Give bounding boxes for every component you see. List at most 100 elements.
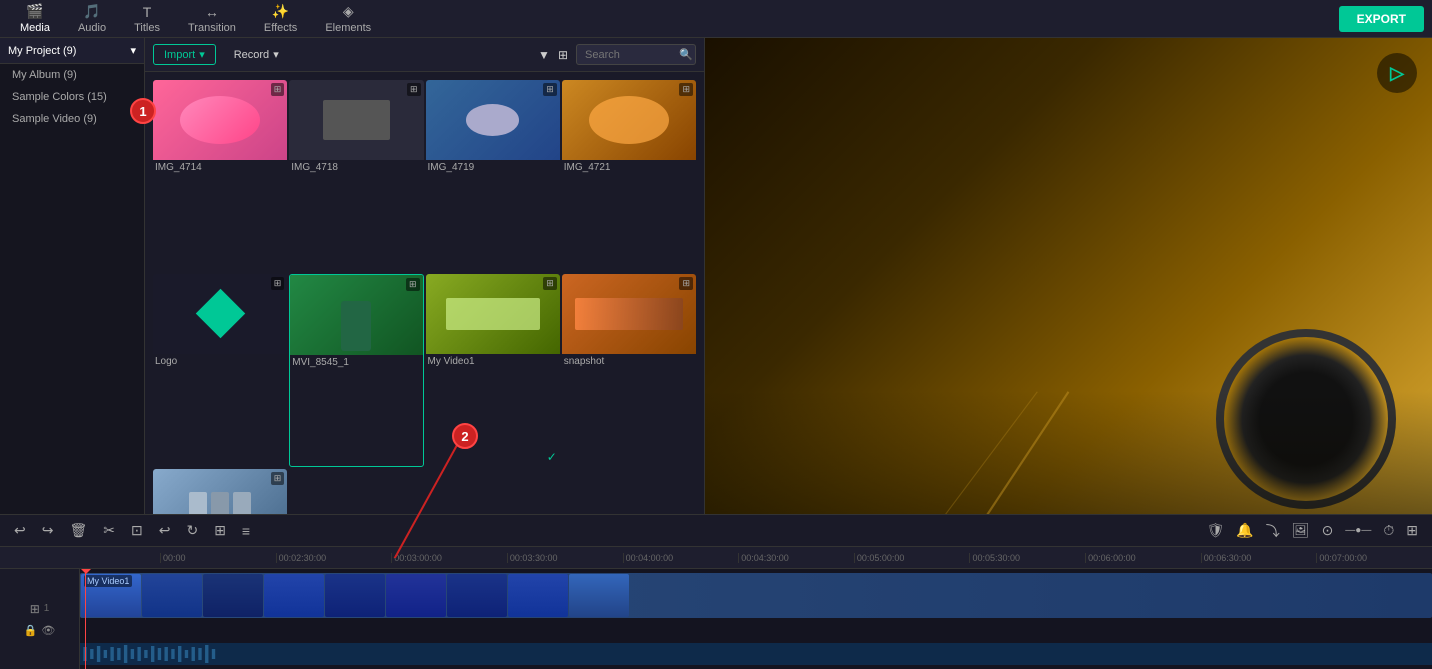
rotate-right-button[interactable]: ↻: [184, 520, 200, 541]
search-input[interactable]: [585, 49, 675, 61]
project-label: My Project (9): [8, 45, 76, 57]
circle-button[interactable]: ⊙: [1320, 520, 1336, 541]
thumb-badge: ⊞: [271, 472, 285, 485]
ruler-mark-3: 00:03:30:00: [507, 553, 623, 563]
cut-button[interactable]: ✂: [101, 520, 117, 541]
timeline-right-buttons: 🛡 🔔 ⤵ 🖼 ⊙ —●— ⏱ ⊞: [1205, 519, 1420, 543]
export-button[interactable]: EXPORT: [1339, 6, 1424, 32]
track-number: 1: [44, 603, 50, 614]
ruler-mark-2: 00:03:00:00: [391, 553, 507, 563]
chevron-down-icon: ▾: [130, 44, 136, 57]
grid-icon[interactable]: ⊞: [558, 48, 568, 62]
titles-icon: T: [143, 4, 152, 20]
audio-track[interactable]: [80, 643, 1432, 665]
thumb-label: snapshot: [562, 356, 696, 367]
add-track-icon[interactable]: ⊞: [30, 602, 40, 616]
thumb-badge: ⊞: [679, 277, 693, 290]
elements-icon: ◈: [343, 3, 354, 20]
audio-button[interactable]: 🔔: [1234, 520, 1255, 541]
media-icon: 🎬: [26, 3, 43, 20]
speed-button[interactable]: —●—: [1343, 523, 1373, 538]
thumb-badge: ⊞: [271, 83, 285, 96]
eye-icon[interactable]: 👁: [41, 624, 55, 637]
timeline-toolbar: ↩ ↪ 🗑 ✂ ⊡ ↩ ↻ ⊞ ≡ 🛡 🔔 ⤵ 🖼 ⊙ —●— ⏱ ⊞: [0, 515, 1432, 547]
ruler-mark-5: 00:04:30:00: [738, 553, 854, 563]
delete-button[interactable]: 🗑: [67, 520, 89, 541]
stabilize-button[interactable]: 🛡: [1205, 520, 1227, 541]
ruler-mark-1: 00:02:30:00: [276, 553, 392, 563]
transition-button[interactable]: ⤵: [1264, 519, 1282, 543]
top-toolbar: 🎬 Media 🎵 Audio T Titles ↔ Transition ✨ …: [0, 0, 1432, 38]
tab-elements[interactable]: ◈ Elements: [313, 0, 383, 38]
tab-media[interactable]: 🎬 Media: [8, 0, 62, 38]
audio-icon: 🎵: [83, 3, 100, 20]
tab-effects[interactable]: ✨ Effects: [252, 0, 309, 38]
undo-button[interactable]: ↩: [12, 520, 28, 541]
ruler-marks: 00:00 00:02:30:00 00:03:00:00 00:03:30:0…: [80, 553, 1432, 563]
redo-button[interactable]: ↪: [40, 520, 56, 541]
chevron-down-icon: ▾: [273, 48, 279, 61]
photo-button[interactable]: 🖼: [1290, 520, 1312, 541]
thumb-badge: ⊞: [543, 277, 557, 290]
media-thumb-mvi8545[interactable]: ⊞ MVI_8545_1: [289, 274, 423, 468]
check-icon: ✓: [547, 450, 557, 464]
ruler-mark-7: 00:05:30:00: [969, 553, 1085, 563]
sidebar-item-my-album[interactable]: My Album (9): [0, 64, 144, 86]
timeline: ↩ ↪ 🗑 ✂ ⊡ ↩ ↻ ⊞ ≡ 🛡 🔔 ⤵ 🖼 ⊙ —●— ⏱ ⊞ 00:0…: [0, 514, 1432, 669]
transition-icon: ↔: [205, 4, 219, 20]
rotate-left-button[interactable]: ↩: [157, 520, 173, 541]
media-thumb-snapshot[interactable]: ⊞ snapshot: [562, 274, 696, 468]
media-thumb-myvideo1[interactable]: ⊞ ✓ My Video1: [426, 274, 560, 468]
audio-waveform: [80, 643, 1432, 665]
media-thumb-img4714[interactable]: ⊞ IMG_4714: [153, 80, 287, 272]
adjust-button[interactable]: ≡: [240, 521, 252, 541]
search-icon: 🔍: [679, 48, 693, 61]
chevron-down-icon: ▾: [199, 48, 205, 61]
timeline-ruler: 00:00 00:02:30:00 00:03:00:00 00:03:30:0…: [0, 547, 1432, 569]
media-thumb-img4718[interactable]: ⊞ IMG_4718: [289, 80, 423, 272]
media-toolbar: Import ▾ Record ▾ ▼ ⊞ 🔍: [145, 38, 704, 72]
record-button[interactable]: Record ▾: [224, 45, 289, 64]
tab-transition[interactable]: ↔ Transition: [176, 0, 248, 38]
crop-button[interactable]: ⊡: [129, 520, 145, 541]
thumb-badge: ⊞: [406, 278, 420, 291]
ruler-mark-9: 00:06:30:00: [1201, 553, 1317, 563]
sidebar-item-sample-video[interactable]: Sample Video (9): [0, 108, 144, 130]
import-button[interactable]: Import ▾: [153, 44, 216, 65]
tab-audio[interactable]: 🎵 Audio: [66, 0, 118, 38]
thumb-label: My Video1: [426, 356, 560, 367]
thumb-badge: ⊞: [543, 83, 557, 96]
filter-icon[interactable]: ▼: [538, 48, 550, 62]
media-thumb-img4719[interactable]: ⊞ IMG_4719: [426, 80, 560, 272]
grid-button[interactable]: ⊞: [1404, 520, 1420, 541]
thumb-badge: ⊞: [407, 83, 421, 96]
project-header: My Project (9) ▾: [0, 38, 144, 64]
thumb-label: IMG_4718: [289, 162, 423, 173]
video-track[interactable]: My Video1: [80, 573, 1432, 618]
thumb-label: IMG_4714: [153, 162, 287, 173]
ruler-mark-4: 00:04:00:00: [623, 553, 739, 563]
track-controls: ⊞ 1 🔒 👁: [0, 569, 80, 669]
thumb-badge: ⊞: [679, 83, 693, 96]
ruler-mark-8: 00:06:00:00: [1085, 553, 1201, 563]
track-label: My Video1: [84, 575, 132, 587]
media-thumb-logo[interactable]: ⊞ Logo: [153, 274, 287, 468]
playhead: [85, 569, 86, 669]
effects-icon: ✨: [272, 3, 289, 20]
motion-button[interactable]: ⊞: [212, 520, 228, 541]
media-toolbar-right: ▼ ⊞ 🔍: [538, 44, 696, 65]
lock-icon[interactable]: 🔒: [24, 624, 38, 637]
media-thumb-img4721[interactable]: ⊞ IMG_4721: [562, 80, 696, 272]
annotation-2: 2: [452, 423, 478, 449]
annotation-1: 1: [130, 98, 156, 124]
timer-button[interactable]: ⏱: [1381, 520, 1396, 541]
ruler-mark-6: 00:05:00:00: [854, 553, 970, 563]
thumb-label: IMG_4721: [562, 162, 696, 173]
thumb-label: IMG_4719: [426, 162, 560, 173]
ruler-mark-0: 00:00: [160, 553, 276, 563]
thumb-label: MVI_8545_1: [290, 357, 422, 368]
search-box: 🔍: [576, 44, 696, 65]
timeline-tracks: ⊞ 1 🔒 👁: [0, 569, 1432, 669]
tab-titles[interactable]: T Titles: [122, 0, 172, 38]
sidebar-item-sample-colors[interactable]: Sample Colors (15): [0, 86, 144, 108]
